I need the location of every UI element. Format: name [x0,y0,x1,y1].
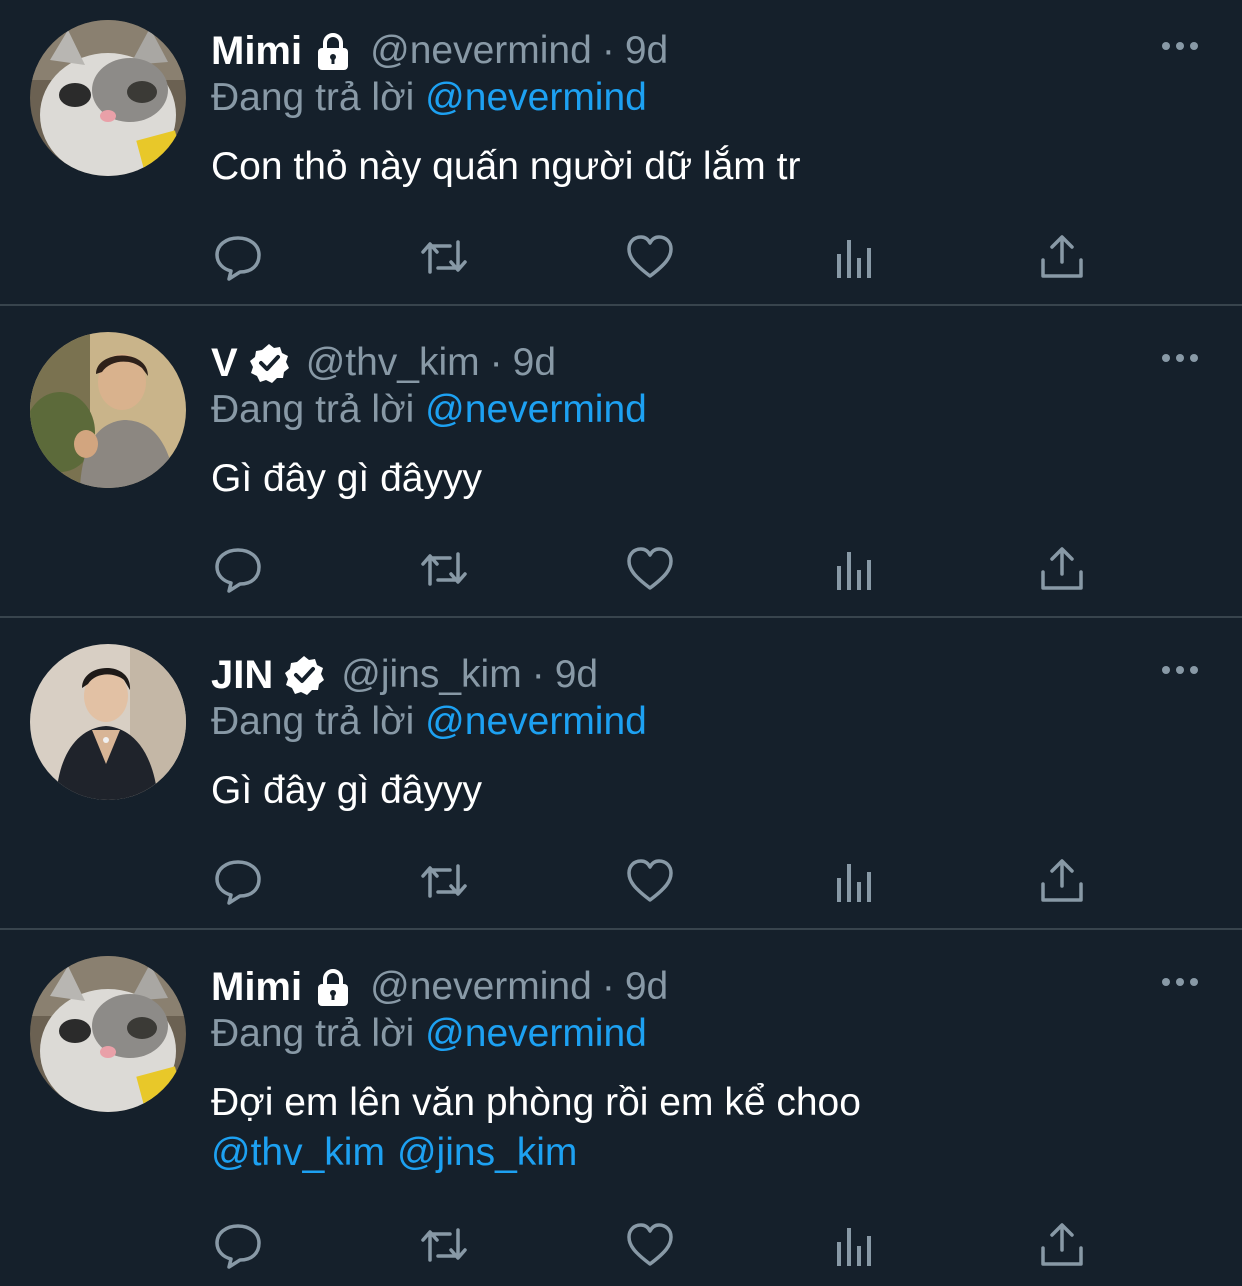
tweet-text: Đợi em lên văn phòng rồi em kể choo [211,1081,861,1124]
reply-context: Đang trả lời @nevermind [211,76,647,120]
tweet[interactable]: Mimi @nevermind · 9d Đang trả lời @never… [0,0,1242,306]
retweet-icon[interactable] [418,232,470,282]
reply-context: Đang trả lời @nevermind [211,700,647,744]
tweet-header: V @thv_kim · 9d [211,338,556,388]
timestamp[interactable]: 9d [625,965,668,1009]
mention-link[interactable]: @thv_kim [211,1131,385,1174]
display-name[interactable]: JIN [211,653,273,698]
share-icon[interactable] [1036,856,1088,906]
more-options-icon[interactable] [1160,972,1200,992]
tweet-text: Gì đây gì đâyyy [211,457,482,500]
like-icon[interactable] [624,856,676,906]
separator: · [601,965,615,1008]
reply-context: Đang trả lời @nevermind [211,388,647,432]
reply-icon[interactable] [212,1220,264,1270]
tweet-text: Gì đây gì đâyyy [211,769,482,812]
retweet-icon[interactable] [418,856,470,906]
reply-icon[interactable] [212,544,264,594]
like-icon[interactable] [624,544,676,594]
like-icon[interactable] [624,232,676,282]
tweet-text: Con thỏ này quấn người dữ lắm tr [211,145,801,188]
tweet[interactable]: V @thv_kim · 9d Đang trả lời @nevermind … [0,306,1242,618]
reply-icon[interactable] [212,856,264,906]
more-options-icon[interactable] [1160,36,1200,56]
reply-to-mention[interactable]: @nevermind [425,1012,647,1055]
separator: · [531,653,545,696]
share-icon[interactable] [1036,544,1088,594]
user-handle[interactable]: @nevermind [370,29,592,73]
reply-to-mention[interactable]: @nevermind [425,700,647,743]
display-name[interactable]: V [211,341,238,386]
avatar[interactable] [30,20,186,176]
reply-label: Đang trả lời [211,76,415,119]
reply-label: Đang trả lời [211,388,415,431]
avatar[interactable] [30,644,186,800]
mention-link[interactable]: @jins_kim [397,1131,577,1174]
more-options-icon[interactable] [1160,348,1200,368]
action-bar [212,856,1092,906]
share-icon[interactable] [1036,232,1088,282]
verified-icon [248,342,290,384]
action-bar [212,544,1092,594]
tweet-header: Mimi @nevermind · 9d [211,962,668,1012]
avatar[interactable] [30,956,186,1112]
stats-icon[interactable] [830,232,882,282]
stats-icon[interactable] [830,856,882,906]
tweet-header: JIN @jins_kim · 9d [211,650,598,700]
timestamp[interactable]: 9d [513,341,556,385]
more-options-icon[interactable] [1160,660,1200,680]
reply-label: Đang trả lời [211,1012,415,1055]
timestamp[interactable]: 9d [625,29,668,73]
reply-to-mention[interactable]: @nevermind [425,76,647,119]
reply-context: Đang trả lời @nevermind [211,1012,647,1056]
retweet-icon[interactable] [418,1220,470,1270]
tweet[interactable]: JIN @jins_kim · 9d Đang trả lời @nevermi… [0,618,1242,930]
share-icon[interactable] [1036,1220,1088,1270]
action-bar [212,1220,1092,1270]
timestamp[interactable]: 9d [555,653,598,697]
action-bar [212,232,1092,282]
mention-line: @thv_kim @jins_kim [211,1128,861,1178]
reply-to-mention[interactable]: @nevermind [425,388,647,431]
stats-icon[interactable] [830,1220,882,1270]
tweet[interactable]: Mimi @nevermind · 9d Đang trả lời @never… [0,930,1242,1286]
like-icon[interactable] [624,1220,676,1270]
stats-icon[interactable] [830,544,882,594]
lock-icon [312,966,354,1008]
separator: · [601,29,615,72]
reply-icon[interactable] [212,232,264,282]
verified-icon [283,654,325,696]
lock-icon [312,30,354,72]
tweet-text-block: Đợi em lên văn phòng rồi em kể choo @thv… [211,1078,861,1178]
separator: · [489,341,503,384]
display-name[interactable]: Mimi [211,965,302,1010]
user-handle[interactable]: @nevermind [370,965,592,1009]
tweet-header: Mimi @nevermind · 9d [211,26,668,76]
avatar[interactable] [30,332,186,488]
reply-label: Đang trả lời [211,700,415,743]
user-handle[interactable]: @thv_kim [306,341,480,385]
user-handle[interactable]: @jins_kim [341,653,521,697]
retweet-icon[interactable] [418,544,470,594]
display-name[interactable]: Mimi [211,29,302,74]
